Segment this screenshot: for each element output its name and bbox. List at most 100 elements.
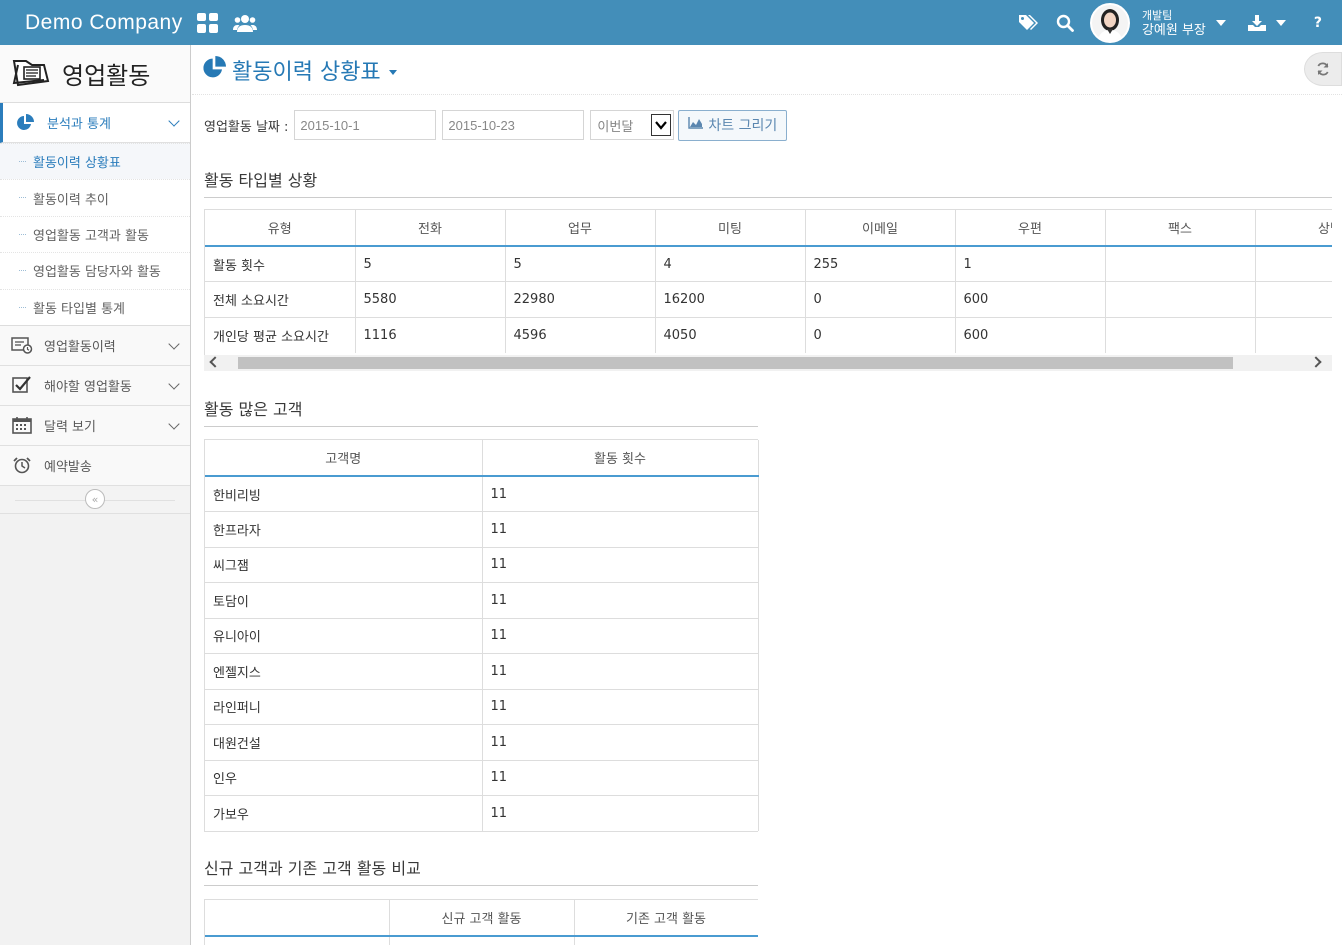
table-cell: 4596 (505, 316, 656, 353)
table-row: 라인퍼니 11 (205, 688, 759, 725)
section-title-type: 활동 타입별 상황 (204, 167, 1332, 198)
table-cell (1255, 316, 1332, 353)
compare-table: 신규 고객 활동 기존 고객 활동 (205, 900, 758, 945)
period-select-value: 이번달 (597, 119, 634, 135)
activity-count: 11 (482, 653, 759, 689)
table-cell: 5 (505, 245, 656, 282)
sidebar-item-label: 분석과 통계 (47, 117, 111, 132)
page-header: 활동이력 상황표 (192, 45, 1342, 95)
sidebar-header: 영업활동 (0, 45, 190, 103)
search-icon[interactable] (1056, 14, 1074, 32)
table-cell: 1116 (355, 316, 506, 353)
download-menu[interactable] (1247, 14, 1286, 31)
sidebar-item-todo[interactable]: 해야할 영업활동 (0, 365, 190, 406)
chevron-down-icon (651, 114, 672, 136)
chevron-down-icon (168, 115, 180, 127)
apps-grid-icon[interactable] (196, 12, 219, 33)
table-cell: 16200 (655, 281, 806, 317)
main-content: 활동이력 상황표 영업활동 날짜 : 이번달 차트 그리기 활동 타입별 상황 (192, 45, 1342, 945)
download-caret-icon (1275, 19, 1286, 26)
download-icon (1247, 14, 1266, 31)
type-table-container: 유형 전화 업무 미팅 이메일 우편 팩스 상담 활동 횟수 5 5 4 255 (204, 209, 1332, 355)
submenu-item-manager-activity[interactable]: 영업활동 담당자와 활동 (0, 252, 190, 288)
users-icon[interactable] (232, 13, 257, 33)
brand-logo[interactable]: Demo Company (25, 11, 183, 35)
table-cell: 5580 (355, 281, 506, 317)
top-navbar: Demo Company 개발팀 강예원 부장 ? (0, 0, 1342, 45)
refresh-icon (1317, 62, 1329, 76)
sidebar-collapse-row: « (0, 485, 190, 514)
help-icon[interactable]: ? (1314, 15, 1322, 31)
sidebar-item-scheduled-send[interactable]: 예약발송 (0, 445, 190, 486)
table-row: 씨그잼 11 (205, 546, 759, 583)
column-header: 유형 (205, 210, 356, 247)
double-chevron-left-icon[interactable]: « (85, 489, 105, 510)
user-menu[interactable]: 개발팀 강예원 부장 (1089, 0, 1226, 45)
table-row: 한비리빙 11 (205, 475, 759, 512)
title-caret-icon[interactable] (388, 70, 397, 75)
chevron-down-icon (168, 378, 180, 390)
table-cell: 5 (355, 245, 506, 282)
table-header-row: 신규 고객 활동 기존 고객 활동 (205, 900, 758, 937)
customer-name: 씨그잼 (205, 546, 483, 583)
table-cell: 1 (955, 245, 1106, 282)
refresh-button[interactable] (1304, 52, 1342, 86)
customer-name: 토담이 (205, 582, 483, 618)
sidebar-item-calendar[interactable]: 달력 보기 (0, 405, 190, 446)
table-cell: 개인당 평균 소요시간 (205, 316, 356, 353)
table-cell: 22980 (505, 281, 656, 317)
filter-row: 영업활동 날짜 : 이번달 차트 그리기 (204, 108, 788, 142)
sidebar-item-label: 달력 보기 (44, 419, 96, 435)
page-title[interactable]: 활동이력 상황표 (232, 54, 381, 86)
column-header: 상담 (1255, 210, 1332, 247)
horizontal-scrollbar[interactable] (204, 355, 1332, 371)
compare-table-container: 신규 고객 활동 기존 고객 활동 (204, 899, 758, 945)
customer-table: 고객명 활동 횟수 한비리빙 11 한프라자 11 씨그잼 11 토담이 11 유니아이… (205, 440, 759, 831)
area-chart-icon (688, 117, 704, 133)
table-row: 한프라자 11 (205, 511, 759, 547)
submenu: 활동이력 상황표 활동이력 추이 영업활동 고객과 활동 영업활동 담당자와 활… (0, 143, 190, 326)
table-row: 엔젤지스 11 (205, 653, 759, 689)
scroll-right-icon[interactable] (1310, 356, 1322, 368)
table-cell (1255, 281, 1332, 317)
customer-name: 한프라자 (205, 511, 483, 547)
submenu-item-activity-trend[interactable]: 활동이력 추이 (0, 179, 190, 215)
customer-name: 인우 (205, 759, 483, 796)
date-to-input[interactable] (442, 110, 585, 140)
table-header-row: 유형 전화 업무 미팅 이메일 우편 팩스 상담 (205, 210, 1332, 247)
scrollbar-thumb[interactable] (238, 357, 1233, 369)
column-header: 신규 고객 활동 (389, 900, 575, 937)
submenu-item-type-stats[interactable]: 활동 타입별 통계 (0, 288, 190, 325)
date-from-input[interactable] (294, 110, 437, 140)
scroll-left-icon[interactable] (209, 356, 221, 368)
table-cell: 전체 소요시간 (205, 281, 356, 317)
table-cell (1105, 316, 1256, 353)
draw-chart-button[interactable]: 차트 그리기 (678, 109, 788, 141)
table-cell: 4 (655, 245, 806, 282)
activity-count: 11 (482, 475, 759, 512)
submenu-item-customer-activity[interactable]: 영업활동 고객과 활동 (0, 215, 190, 252)
tags-icon[interactable] (1018, 14, 1038, 32)
user-team: 개발팀 (1141, 8, 1173, 22)
table-cell: 600 (955, 316, 1106, 353)
pie-chart-icon (202, 55, 226, 84)
column-header (205, 900, 390, 937)
submenu-item-activity-status[interactable]: 활동이력 상황표 (0, 143, 190, 180)
column-header: 활동 횟수 (482, 440, 759, 477)
sidebar-item-history[interactable]: 영업활동이력 (0, 325, 190, 366)
table-row: 토담이 11 (205, 582, 759, 618)
draw-chart-label: 차트 그리기 (708, 118, 778, 134)
customer-name: 한비리빙 (205, 475, 483, 512)
period-select[interactable]: 이번달 (590, 110, 675, 140)
activity-count: 11 (482, 759, 759, 796)
column-header: 미팅 (655, 210, 806, 247)
table-row: 유니아이 11 (205, 617, 759, 654)
avatar (1089, 2, 1130, 43)
section-title-compare: 신규 고객과 기존 고객 활동 비교 (204, 855, 758, 886)
table-cell: 0 (805, 316, 956, 353)
chevron-down-icon (168, 338, 180, 350)
calendar-icon (11, 416, 33, 435)
table-row (205, 935, 758, 945)
sidebar-item-analysis[interactable]: 분석과 통계 (0, 103, 190, 143)
table-cell: 0 (805, 281, 956, 317)
